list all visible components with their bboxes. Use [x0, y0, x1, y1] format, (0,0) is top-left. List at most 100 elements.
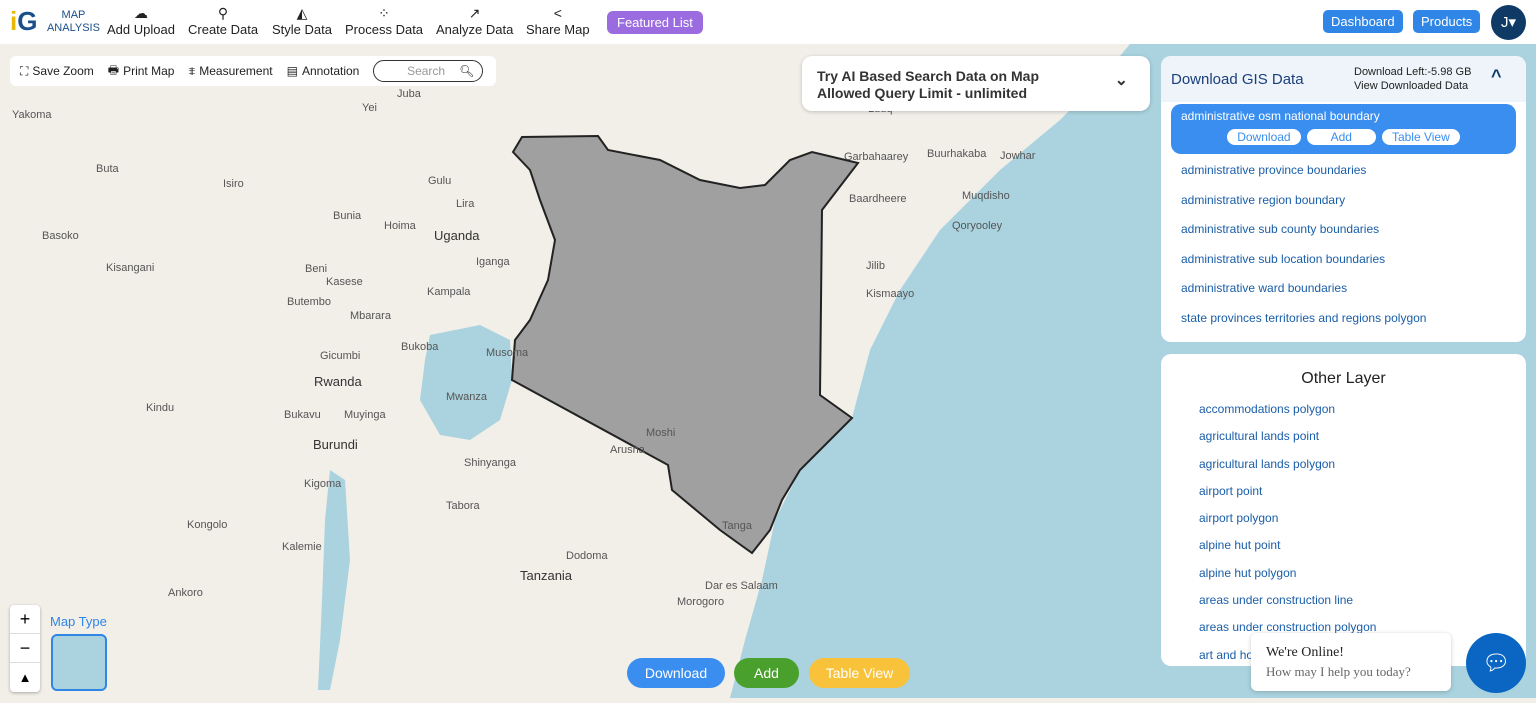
nav-share-map[interactable]: < Share Map: [526, 5, 590, 37]
nav-analyze-data[interactable]: ↗ Analyze Data: [436, 5, 513, 37]
dashboard-button[interactable]: Dashboard: [1323, 10, 1403, 33]
measurement-button[interactable]: ⩨ Measurement: [188, 64, 272, 79]
gis-layer-item[interactable]: administrative province boundaries: [1161, 156, 1526, 186]
avatar-initial: J: [1500, 14, 1509, 31]
annotation-button[interactable]: ▤ Annotation: [287, 64, 360, 78]
map-place-label: Jilib: [866, 260, 885, 272]
map-place-label: Dar es Salaam: [705, 580, 778, 592]
map-place-label: Muyinga: [344, 409, 386, 421]
chat-button[interactable]: 💬︎: [1466, 633, 1526, 693]
nav-label: Create Data: [188, 22, 259, 37]
chevron-down-icon[interactable]: ⌄: [1115, 72, 1128, 89]
nav-style-data[interactable]: ◭ Style Data: [272, 5, 332, 37]
user-avatar[interactable]: J▾: [1491, 5, 1526, 40]
nav-label: Share Map: [526, 22, 590, 37]
map-place-label: Yakoma: [12, 109, 52, 121]
download-button[interactable]: Download: [627, 658, 725, 688]
chat-popup[interactable]: We're Online! How may I help you today?: [1251, 633, 1451, 691]
label: Save Zoom: [32, 64, 94, 78]
label: Measurement: [199, 64, 273, 78]
process-icon: ⁘: [378, 5, 390, 21]
gis-layer-item[interactable]: administrative region boundary: [1161, 186, 1526, 216]
map-place-label: Baardheere: [849, 193, 907, 205]
map-place-label: Tanga: [722, 520, 752, 532]
nav-create-data[interactable]: ⚲ Create Data: [188, 5, 258, 37]
other-layer-item[interactable]: areas under construction line: [1180, 587, 1526, 614]
download-gis-panel: Download GIS Data Download Left:-5.98 GB…: [1161, 56, 1526, 342]
other-layer-item[interactable]: airport point: [1180, 478, 1526, 505]
map-place-label: Hoima: [384, 220, 416, 232]
compass-icon[interactable]: ▲: [10, 663, 40, 692]
map-place-label: Muqdisho: [962, 190, 1010, 202]
map-place-label: Basoko: [42, 230, 79, 242]
map-place-label: Gulu: [428, 175, 452, 187]
layer-table-view-button[interactable]: Table View: [1381, 129, 1460, 145]
printer-icon: 🖶: [107, 62, 120, 77]
map-place-label: Kongolo: [187, 519, 228, 531]
nav-add-upload[interactable]: ☁ Add Upload: [107, 5, 175, 37]
featured-list-button[interactable]: Featured List: [607, 11, 703, 34]
layer-add-button[interactable]: Add: [1306, 129, 1376, 145]
zoom-in-button[interactable]: +: [10, 605, 40, 634]
label: Print Map: [123, 64, 175, 78]
map-place-label: Burundi: [313, 437, 358, 452]
products-button[interactable]: Products: [1413, 10, 1481, 33]
map-place-label: Moshi: [646, 427, 676, 439]
map-place-label: Rwanda: [314, 374, 362, 389]
map-place-label: Kismaayo: [866, 288, 915, 300]
view-downloaded-link[interactable]: View Downloaded Data: [1354, 79, 1471, 93]
map-place-label: Kindu: [146, 402, 175, 414]
selected-layer[interactable]: administrative osm national boundary Dow…: [1171, 104, 1516, 154]
map-place-label: Dodoma: [566, 550, 608, 562]
gis-layer-item[interactable]: state provinces territories and regions …: [1161, 304, 1526, 334]
map-place-label: Mbarara: [350, 310, 391, 322]
other-layer-item[interactable]: accommodations polygon: [1180, 396, 1526, 423]
map-place-label: Kasese: [326, 276, 363, 288]
gis-layer-item[interactable]: administrative sub location boundaries: [1161, 245, 1526, 275]
other-layer-item[interactable]: alpine hut polygon: [1180, 560, 1526, 587]
map-place-label: Isiro: [223, 178, 244, 190]
gis-layer-item[interactable]: administrative sub county boundaries: [1161, 215, 1526, 245]
map-place-label: Tabora: [446, 500, 480, 512]
cloud-upload-icon: ☁: [133, 5, 148, 21]
other-layer-item[interactable]: agricultural lands polygon: [1180, 451, 1526, 478]
map-place-label: Tanzania: [520, 568, 573, 583]
chevron-up-icon[interactable]: ^: [1491, 66, 1502, 87]
gis-layer-item[interactable]: administrative ward boundaries: [1161, 274, 1526, 304]
panel-title: Download GIS Data: [1171, 71, 1304, 88]
map-place-label: Kampala: [427, 286, 471, 298]
layer-download-button[interactable]: Download: [1227, 129, 1301, 145]
map-place-label: Arusha: [610, 444, 645, 456]
map-type-thumbnail[interactable]: [51, 634, 107, 691]
save-zoom-button[interactable]: ⛶ Save Zoom: [20, 64, 94, 79]
map-place-label: Ankoro: [168, 587, 203, 599]
other-layer-title: Other Layer: [1301, 370, 1386, 387]
logo-mark: iG: [10, 6, 38, 36]
map-type-label: Map Type: [50, 614, 107, 629]
table-view-button[interactable]: Table View: [809, 658, 910, 688]
other-layer-item[interactable]: airport polygon: [1180, 505, 1526, 532]
map-place-label: Buta: [96, 163, 119, 175]
search-placeholder: Search: [407, 64, 446, 78]
zoom-out-button[interactable]: −: [10, 634, 40, 663]
map-place-label: Butembo: [287, 296, 332, 308]
map-place-label: Kisangani: [106, 262, 155, 274]
label: Annotation: [301, 64, 360, 78]
ai-search-box[interactable]: Try AI Based Search Data on Map Allowed …: [802, 56, 1150, 111]
other-layer-panel: Other Layer accommodations polygon agricu…: [1161, 354, 1526, 666]
map-place-label: Kigoma: [304, 478, 342, 490]
map-place-label: Jowhar: [1000, 150, 1036, 162]
add-button[interactable]: Add: [734, 658, 799, 688]
search-input[interactable]: Search 🔍︎: [373, 60, 484, 82]
top-bar: iG MAP ANALYSIS ☁ Add Upload ⚲ Create Data …: [0, 0, 1536, 44]
map-place-label: Shinyanga: [464, 457, 516, 469]
map-place-label: Kalemie: [282, 541, 322, 553]
nav-process-data[interactable]: ⁘ Process Data: [345, 5, 423, 37]
other-layer-item[interactable]: alpine hut point: [1180, 532, 1526, 559]
map-place-label: Yei: [362, 102, 377, 114]
print-map-button[interactable]: 🖶 Print Map: [108, 61, 175, 82]
map-place-label: Bukavu: [284, 409, 321, 421]
other-layer-item[interactable]: agricultural lands point: [1180, 423, 1526, 450]
logo[interactable]: iG MAP ANALYSIS: [10, 6, 103, 37]
share-icon: <: [553, 5, 562, 21]
